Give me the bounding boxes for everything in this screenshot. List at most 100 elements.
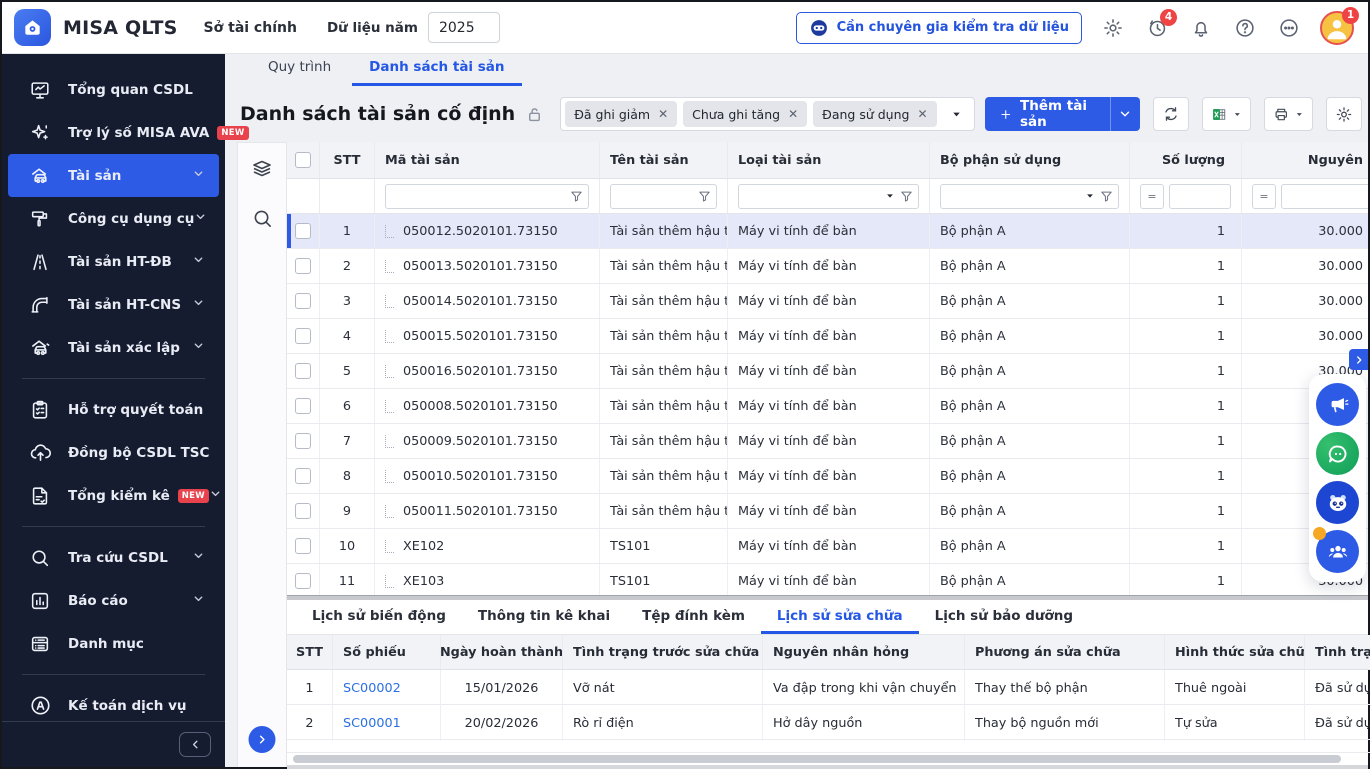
table-settings-button[interactable] [1326,97,1362,131]
sidebar-item-1[interactable]: Trợ lý số MISA AVANEW [8,111,219,154]
drag-handle-icon[interactable] [385,540,394,553]
table-row[interactable]: 7 050009.5020101.73150 Tài sản thêm hậu … [287,424,1368,459]
detail-tab-2[interactable]: Tệp đính kèm [626,600,761,634]
col-damage-cause[interactable]: Nguyên nhân hỏng [763,635,965,669]
row-checkbox[interactable] [287,284,320,318]
funnel-icon[interactable] [697,189,712,204]
print-button[interactable] [1264,97,1313,131]
table-row[interactable]: 6 050008.5020101.73150 Tài sản thêm hậu … [287,389,1368,424]
app-logo[interactable] [14,9,51,46]
table-row[interactable]: 1 050012.5020101.73150 Tài sản thêm hậu … [287,214,1368,249]
filter-asset-type-select[interactable] [738,184,919,209]
col-completion-date[interactable]: Ngày hoàn thành [441,635,563,669]
export-excel-button[interactable] [1202,97,1251,131]
detail-tab-1[interactable]: Thông tin kê khai [462,600,626,634]
col-repair-method[interactable]: Hình thức sửa chữa [1165,635,1305,669]
table-row[interactable]: 2 SC00001 20/02/2026 Rò rỉ điện Hở dây n… [287,705,1370,740]
filter-chip-1[interactable]: Chưa ghi tăng✕ [683,101,807,127]
drag-handle-icon[interactable] [385,365,394,378]
rail-expand-button[interactable] [249,726,276,753]
ticket-link[interactable]: SC00001 [343,716,401,731]
row-checkbox[interactable] [287,424,320,458]
detail-tab-0[interactable]: Lịch sử biến động [296,600,462,634]
expert-check-button[interactable]: Cần chuyên gia kiểm tra dữ liệu [796,12,1082,44]
funnel-icon[interactable] [899,189,914,204]
row-checkbox[interactable] [287,389,320,423]
detail-tab-4[interactable]: Lịch sử bảo dưỡng [919,600,1089,634]
drag-handle-icon[interactable] [385,505,394,518]
table-row[interactable]: 8 050010.5020101.73150 Tài sản thêm hậu … [287,459,1368,494]
sidebar-item-5[interactable]: Tài sản HT-CNS [8,283,219,326]
side-widget-expand-button[interactable] [1349,349,1368,370]
avatar[interactable]: 1 [1320,11,1354,45]
equals-operator[interactable]: = [1252,184,1276,209]
sidebar-item-6[interactable]: Tài sản xác lập [8,326,219,369]
sidebar-collapse-button[interactable] [179,732,211,757]
chips-dropdown-caret[interactable] [943,105,970,124]
col-quantity[interactable]: Số lượng [1130,142,1242,178]
select-all-checkbox[interactable] [287,142,320,178]
row-checkbox[interactable] [287,459,320,493]
refresh-button[interactable] [1153,97,1189,131]
add-asset-button[interactable]: Thêm tài sản [985,97,1140,131]
drag-handle-icon[interactable] [385,435,394,448]
layers-icon[interactable] [250,157,274,185]
horizontal-scrollbar[interactable] [287,753,1368,765]
org-name[interactable]: Sở tài chính [204,20,297,36]
col-asset-code[interactable]: Mã tài sản [375,142,600,178]
announcements-button[interactable] [1316,383,1359,426]
filter-cost-input[interactable] [1281,184,1368,209]
chip-close-icon[interactable]: ✕ [658,107,668,121]
tab-1[interactable]: Danh sách tài sản [352,53,521,86]
sidebar-item-0[interactable]: Tổng quan CSDL [8,68,219,111]
col-asset-name[interactable]: Tên tài sản [600,142,728,178]
row-checkbox[interactable] [287,249,320,283]
table-row[interactable]: 1 SC00002 15/01/2026 Vỡ nát Va đập trong… [287,670,1370,705]
add-asset-dropdown[interactable] [1110,97,1139,131]
chip-close-icon[interactable]: ✕ [788,107,798,121]
sidebar-item-12[interactable]: Tra cứu CSDL [8,536,219,579]
drag-handle-icon[interactable] [385,330,394,343]
row-checkbox[interactable] [287,319,320,353]
sidebar-item-14[interactable]: Danh mục [8,622,219,665]
unlock-icon[interactable] [525,105,544,124]
tab-0[interactable]: Quy trình [251,53,348,86]
ai-assistant-button[interactable] [1316,481,1359,524]
filter-asset-code-input[interactable] [385,184,589,209]
table-row[interactable]: 2 050013.5020101.73150 Tài sản thêm hậu … [287,249,1368,284]
table-row[interactable]: 5 050016.5020101.73150 Tài sản thêm hậu … [287,354,1368,389]
table-row[interactable]: 10 XE102 TS101 Máy vi tính để bàn Bộ phậ… [287,529,1368,564]
table-row[interactable]: 3 050014.5020101.73150 Tài sản thêm hậu … [287,284,1368,319]
chat-support-button[interactable] [1316,432,1359,475]
sidebar-item-3[interactable]: Công cụ dụng cụ [8,197,219,240]
search-icon[interactable] [251,207,274,234]
funnel-icon[interactable] [569,189,584,204]
chip-close-icon[interactable]: ✕ [917,107,927,121]
filter-quantity-input[interactable] [1169,184,1231,209]
filter-department-select[interactable] [940,184,1119,209]
row-checkbox[interactable] [287,529,320,563]
settings-icon[interactable] [1100,15,1126,41]
sidebar-item-4[interactable]: Tài sản HT-ĐB [8,240,219,283]
filter-chip-2[interactable]: Đang sử dụng✕ [813,101,936,127]
detail-tab-3[interactable]: Lịch sử sửa chữa [761,600,919,634]
sidebar-item-2[interactable]: Tài sản [8,154,219,197]
table-row[interactable]: 9 050011.5020101.73150 Tài sản thêm hậu … [287,494,1368,529]
help-icon[interactable] [1232,15,1258,41]
col-stt[interactable]: STT [320,142,375,178]
drag-handle-icon[interactable] [385,470,394,483]
funnel-icon[interactable] [1099,189,1114,204]
drag-handle-icon[interactable] [385,295,394,308]
notifications-icon[interactable] [1188,15,1214,41]
col-stt[interactable]: STT [287,635,333,669]
row-checkbox[interactable] [287,564,320,595]
row-checkbox[interactable] [287,214,320,248]
col-asset-type[interactable]: Loại tài sản [728,142,930,178]
year-input[interactable] [428,12,500,43]
drag-handle-icon[interactable] [385,260,394,273]
ticket-link[interactable]: SC00002 [343,681,401,696]
equals-operator[interactable]: = [1140,184,1164,209]
community-button[interactable] [1316,530,1359,573]
drag-handle-icon[interactable] [385,400,394,413]
col-status[interactable]: Tình trạng [1305,635,1370,669]
